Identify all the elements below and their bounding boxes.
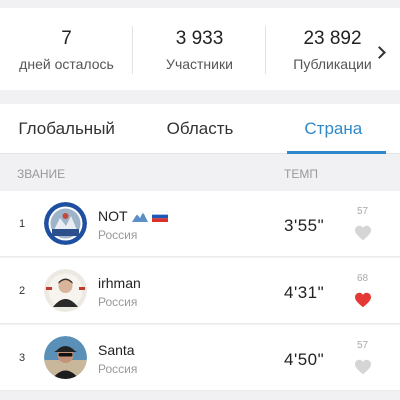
avatar[interactable] <box>44 269 87 312</box>
row-pace: 3'55" <box>284 216 325 235</box>
column-header: ЗВАНИЕ ТЕМП <box>0 155 400 190</box>
row-rank: 2 <box>19 285 26 297</box>
column-pace-header: ТЕМП <box>284 167 318 181</box>
row-rank: 3 <box>19 352 26 364</box>
row-rank: 1 <box>19 218 26 230</box>
section-spacer <box>0 90 400 104</box>
row-name-wrap[interactable]: NOT <box>98 208 168 224</box>
leaderboard-tabs: Глобальный Область Страна <box>0 104 400 154</box>
row-country: Россия <box>98 362 138 376</box>
russia-flag-icon <box>151 210 168 222</box>
leaderboard-row[interactable]: 3 Santa Россия 4'50" 57 <box>0 325 400 391</box>
column-rank-header: ЗВАНИЕ <box>17 167 66 181</box>
tab-global[interactable]: Глобальный <box>0 104 133 153</box>
row-name: irhman <box>98 275 141 291</box>
row-name: Santa <box>98 342 135 358</box>
leaderboard-row[interactable]: 2 irhman Россия 4'31" 68 <box>0 258 400 324</box>
stat-label: Участники <box>166 56 233 72</box>
stat-days-left: 7 дней осталось <box>0 8 133 90</box>
row-country: Россия <box>98 228 138 242</box>
stat-value: 23 892 <box>303 28 362 49</box>
row-name-wrap[interactable]: irhman <box>98 275 141 291</box>
row-country: Россия <box>98 295 138 309</box>
heart-icon[interactable] <box>354 359 372 375</box>
row-likes-count: 68 <box>357 273 369 284</box>
stat-value: 3 933 <box>175 28 224 49</box>
stat-label: Публикации <box>293 56 372 72</box>
leaderboard-row[interactable]: 1 NOT Россия 3'55" 57 <box>0 191 400 257</box>
stats-bar[interactable]: 7 дней осталось 3 933 Участники 23 892 П… <box>0 8 400 90</box>
row-name: NOT <box>98 208 128 224</box>
tab-region[interactable]: Область <box>133 104 266 153</box>
heart-icon[interactable] <box>354 225 372 241</box>
row-name-wrap[interactable]: Santa <box>98 342 135 358</box>
row-pace: 4'31" <box>284 283 325 302</box>
stat-value: 7 <box>61 28 72 49</box>
row-likes-count: 57 <box>357 206 369 217</box>
row-likes-count: 57 <box>357 340 369 351</box>
top-spacer <box>0 0 400 8</box>
tab-country[interactable]: Страна <box>267 104 400 154</box>
mountain-icon <box>131 211 148 222</box>
row-pace: 4'50" <box>284 350 325 369</box>
stat-label: дней осталось <box>19 56 114 72</box>
stat-participants: 3 933 Участники <box>133 8 266 90</box>
avatar[interactable] <box>44 202 87 245</box>
avatar[interactable] <box>44 336 87 379</box>
heart-icon[interactable] <box>354 292 372 308</box>
